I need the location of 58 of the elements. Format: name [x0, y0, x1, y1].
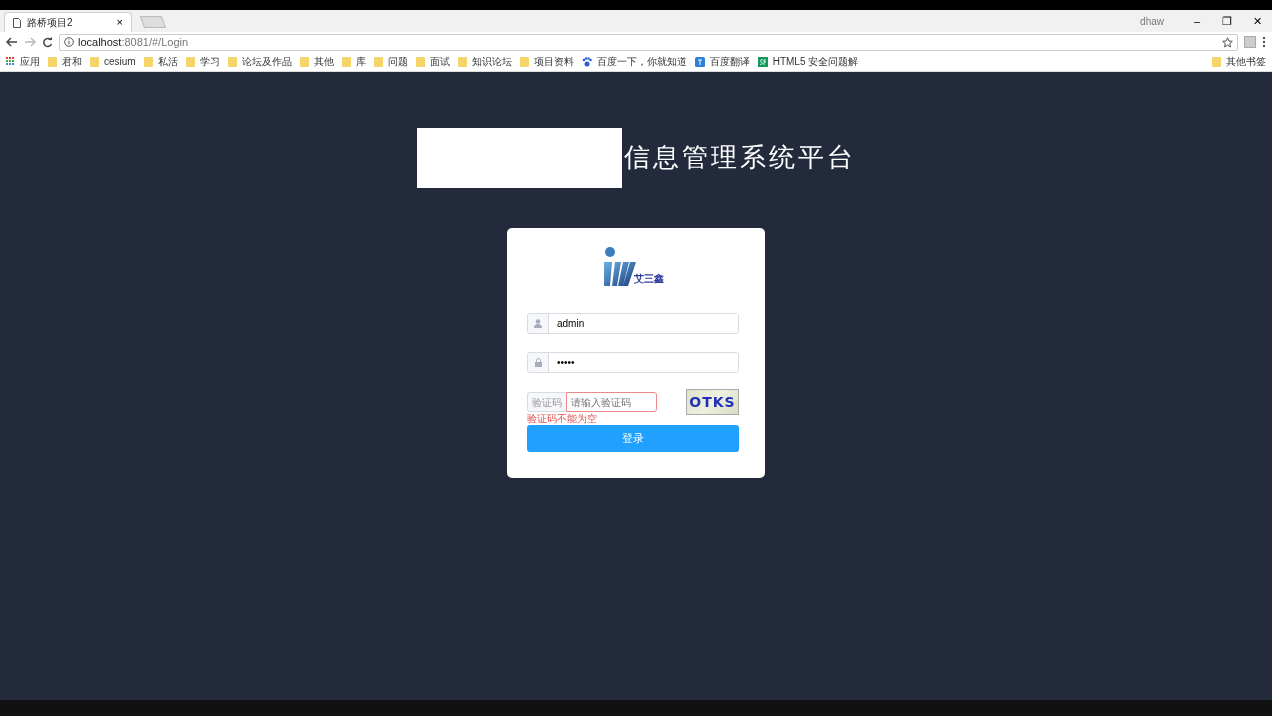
close-button[interactable]: × [116, 14, 123, 31]
user-icon [534, 319, 542, 328]
captcha-field[interactable]: 请输入验证码 [566, 392, 657, 412]
paw-icon [581, 56, 592, 67]
captcha-image[interactable]: OTKS [686, 389, 739, 415]
reload-icon[interactable] [42, 36, 53, 48]
minimize-button[interactable]: – [1182, 12, 1212, 30]
bookmark[interactable]: 库 [341, 54, 366, 69]
page-title: 信息管理系统平台 [623, 142, 856, 174]
folder-icon [457, 56, 467, 67]
folder-icon [519, 56, 529, 67]
bookmark[interactable]: 项目资料 [519, 54, 574, 69]
logo-text: 艾三鑫 [634, 272, 664, 286]
profile-name: dhaw [1140, 14, 1164, 29]
menu-icon[interactable] [1262, 36, 1266, 48]
address-field[interactable]: localhost:8081/#/Login [59, 33, 1238, 51]
folder-icon [90, 56, 99, 67]
password-field[interactable]: ••••• [527, 352, 739, 373]
bookmark[interactable]: 学习 [185, 54, 220, 69]
bookmark[interactable]: 论坛及作品 [227, 54, 292, 69]
tab-title: 路桥项目2 [27, 16, 73, 30]
bookmark[interactable]: 百度翻译 [694, 54, 750, 69]
error-message: 验证码不能为空 [527, 413, 598, 425]
bookmark[interactable]: HTML5 安全问题解 [757, 54, 859, 69]
star-icon[interactable] [1222, 36, 1233, 48]
folder-icon [1212, 56, 1221, 67]
bookmark[interactable]: 面试 [415, 54, 450, 69]
folder-icon [415, 56, 425, 67]
bookmark[interactable]: 知识论坛 [457, 54, 512, 69]
restore-button[interactable]: ❐ [1212, 12, 1242, 30]
info-icon [64, 37, 74, 47]
folder-icon [373, 56, 383, 67]
translate-icon [694, 56, 705, 67]
username-field[interactable]: admin [527, 313, 739, 334]
browser-tab[interactable]: 路桥项目2 × [4, 12, 132, 32]
lock-icon [534, 358, 542, 367]
folder-icon [185, 56, 195, 67]
bookmark[interactable]: 百度一下，你就知道 [581, 54, 687, 69]
bookmark[interactable]: cesium [90, 54, 136, 69]
page-icon [13, 17, 21, 28]
apps-grid-icon [6, 57, 15, 66]
bookmark[interactable]: 其他 [299, 54, 334, 69]
folder-icon [227, 56, 237, 67]
bookmark[interactable]: 君和 [48, 54, 82, 69]
back-icon[interactable] [6, 37, 18, 47]
folder-icon [143, 56, 153, 67]
bookmark[interactable]: 问题 [373, 54, 408, 69]
bookmark[interactable]: 其他书签 [1212, 54, 1266, 69]
bookmark[interactable]: 私活 [143, 54, 178, 69]
bookmark[interactable]: 应用 [6, 54, 40, 69]
url-text: localhost:8081/#/Login [78, 34, 189, 50]
captcha-label: 验证码 [527, 392, 566, 412]
logo-icon [602, 246, 636, 288]
folder-icon [299, 56, 309, 67]
close-button[interactable]: ✕ [1242, 12, 1272, 30]
folder-icon [341, 56, 351, 67]
sf-icon [757, 56, 768, 67]
folder-icon [48, 56, 57, 67]
